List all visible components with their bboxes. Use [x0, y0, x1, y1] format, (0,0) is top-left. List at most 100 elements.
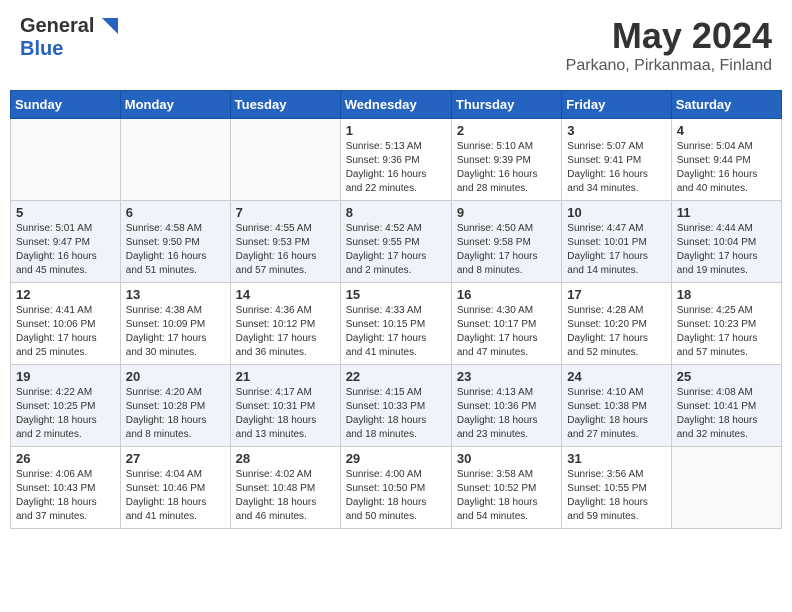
day-number: 14 [236, 287, 335, 302]
header-friday: Friday [562, 91, 671, 119]
day-info: Sunrise: 5:01 AM Sunset: 9:47 PM Dayligh… [16, 222, 115, 278]
day-number: 18 [677, 287, 776, 302]
day-number: 10 [567, 205, 665, 220]
week-row-4: 19 Sunrise: 4:22 AM Sunset: 10:25 PM Dayl… [11, 365, 782, 447]
calendar-cell: 24Sunrise: 4:10 AM Sunset: 10:38 PM Dayl… [562, 365, 671, 447]
calendar-cell: 12 Sunrise: 4:41 AM Sunset: 10:06 PM Dayl… [11, 283, 121, 365]
day-info: Sunrise: 4:22 AM Sunset: 10:25 PM Daylig… [16, 386, 115, 442]
week-row-1: 1 Sunrise: 5:13 AM Sunset: 9:36 PM Daylig… [11, 119, 782, 201]
day-info: Sunrise: 4:08 AM Sunset: 10:41 PM Daylig… [677, 386, 776, 442]
header-sunday: Sunday [11, 91, 121, 119]
day-number: 7 [236, 205, 335, 220]
calendar-cell: 2Sunrise: 5:10 AM Sunset: 9:39 PM Daylig… [451, 119, 561, 201]
day-number: 29 [346, 451, 446, 466]
calendar-cell: 22Sunrise: 4:15 AM Sunset: 10:33 PM Dayl… [340, 365, 451, 447]
calendar-cell: 21 Sunrise: 4:17 AM Sunset: 10:31 PM Dayl… [230, 365, 340, 447]
calendar-cell: 7 Sunrise: 4:55 AM Sunset: 9:53 PM Daylig… [230, 201, 340, 283]
page-header: General Blue May 2024 Parkano, Pirkanmaa… [10, 10, 782, 80]
day-number: 31 [567, 451, 665, 466]
calendar-cell: 3 Sunrise: 5:07 AM Sunset: 9:41 PM Daylig… [562, 119, 671, 201]
calendar-header-row: Sunday Monday Tuesday Wednesday Thursday… [11, 91, 782, 119]
day-info: Sunrise: 4:02 AM Sunset: 10:48 PM Daylig… [236, 468, 335, 524]
day-number: 24 [567, 369, 665, 384]
day-number: 15 [346, 287, 446, 302]
day-number: 3 [567, 123, 665, 138]
calendar-cell: 14Sunrise: 4:36 AM Sunset: 10:12 PM Dayl… [230, 283, 340, 365]
calendar-table: Sunday Monday Tuesday Wednesday Thursday… [10, 90, 782, 529]
day-number: 1 [346, 123, 446, 138]
header-wednesday: Wednesday [340, 91, 451, 119]
day-number: 8 [346, 205, 446, 220]
day-number: 17 [567, 287, 665, 302]
day-number: 21 [236, 369, 335, 384]
day-info: Sunrise: 3:58 AM Sunset: 10:52 PM Daylig… [457, 468, 556, 524]
day-info: Sunrise: 4:20 AM Sunset: 10:28 PM Daylig… [126, 386, 225, 442]
calendar-cell: 26 Sunrise: 4:06 AM Sunset: 10:43 PM Dayl… [11, 447, 121, 529]
day-info: Sunrise: 4:55 AM Sunset: 9:53 PM Dayligh… [236, 222, 335, 278]
calendar-cell: 10 Sunrise: 4:47 AM Sunset: 10:01 PM Dayl… [562, 201, 671, 283]
day-info: Sunrise: 4:04 AM Sunset: 10:46 PM Daylig… [126, 468, 225, 524]
day-info: Sunrise: 4:47 AM Sunset: 10:01 PM Daylig… [567, 222, 665, 278]
calendar-cell: 27 Sunrise: 4:04 AM Sunset: 10:46 PM Dayl… [120, 447, 230, 529]
header-thursday: Thursday [451, 91, 561, 119]
title-section: May 2024 Parkano, Pirkanmaa, Finland [566, 15, 772, 75]
day-number: 6 [126, 205, 225, 220]
day-info: Sunrise: 4:30 AM Sunset: 10:17 PM Daylig… [457, 304, 556, 360]
day-number: 11 [677, 205, 776, 220]
day-info: Sunrise: 4:41 AM Sunset: 10:06 PM Daylig… [16, 304, 115, 360]
day-number: 12 [16, 287, 115, 302]
week-row-2: 5 Sunrise: 5:01 AM Sunset: 9:47 PM Daylig… [11, 201, 782, 283]
logo-blue-text: Blue [20, 38, 63, 60]
day-info: Sunrise: 5:13 AM Sunset: 9:36 PM Dayligh… [346, 140, 446, 196]
day-number: 28 [236, 451, 335, 466]
day-number: 27 [126, 451, 225, 466]
day-info: Sunrise: 3:56 AM Sunset: 10:55 PM Daylig… [567, 468, 665, 524]
calendar-cell: 6 Sunrise: 4:58 AM Sunset: 9:50 PM Daylig… [120, 201, 230, 283]
calendar-cell: 28 Sunrise: 4:02 AM Sunset: 10:48 PM Dayl… [230, 447, 340, 529]
day-info: Sunrise: 4:17 AM Sunset: 10:31 PM Daylig… [236, 386, 335, 442]
calendar-cell [120, 119, 230, 201]
calendar-cell: 30 Sunrise: 3:58 AM Sunset: 10:52 PM Dayl… [451, 447, 561, 529]
header-saturday: Saturday [671, 91, 781, 119]
day-number: 30 [457, 451, 556, 466]
day-info: Sunrise: 4:06 AM Sunset: 10:43 PM Daylig… [16, 468, 115, 524]
calendar-cell: 23Sunrise: 4:13 AM Sunset: 10:36 PM Dayl… [451, 365, 561, 447]
calendar-cell: 5 Sunrise: 5:01 AM Sunset: 9:47 PM Daylig… [11, 201, 121, 283]
day-info: Sunrise: 4:44 AM Sunset: 10:04 PM Daylig… [677, 222, 776, 278]
calendar-cell: 20 Sunrise: 4:20 AM Sunset: 10:28 PM Dayl… [120, 365, 230, 447]
calendar-cell: 15 Sunrise: 4:33 AM Sunset: 10:15 PM Dayl… [340, 283, 451, 365]
calendar-cell: 8Sunrise: 4:52 AM Sunset: 9:55 PM Daylig… [340, 201, 451, 283]
day-info: Sunrise: 5:10 AM Sunset: 9:39 PM Dayligh… [457, 140, 556, 196]
day-info: Sunrise: 5:07 AM Sunset: 9:41 PM Dayligh… [567, 140, 665, 196]
calendar-cell: 4 Sunrise: 5:04 AM Sunset: 9:44 PM Daylig… [671, 119, 781, 201]
day-info: Sunrise: 4:28 AM Sunset: 10:20 PM Daylig… [567, 304, 665, 360]
day-info: Sunrise: 4:58 AM Sunset: 9:50 PM Dayligh… [126, 222, 225, 278]
calendar-cell: 25Sunrise: 4:08 AM Sunset: 10:41 PM Dayl… [671, 365, 781, 447]
calendar-cell [230, 119, 340, 201]
logo-triangle-icon [96, 18, 118, 36]
calendar-cell: 13 Sunrise: 4:38 AM Sunset: 10:09 PM Dayl… [120, 283, 230, 365]
month-title: May 2024 [566, 15, 772, 57]
header-monday: Monday [120, 91, 230, 119]
calendar-cell: 17 Sunrise: 4:28 AM Sunset: 10:20 PM Dayl… [562, 283, 671, 365]
calendar-cell: 9 Sunrise: 4:50 AM Sunset: 9:58 PM Daylig… [451, 201, 561, 283]
day-number: 13 [126, 287, 225, 302]
calendar-cell [671, 447, 781, 529]
day-number: 9 [457, 205, 556, 220]
day-number: 20 [126, 369, 225, 384]
day-info: Sunrise: 4:25 AM Sunset: 10:23 PM Daylig… [677, 304, 776, 360]
day-info: Sunrise: 4:15 AM Sunset: 10:33 PM Daylig… [346, 386, 446, 442]
day-info: Sunrise: 4:00 AM Sunset: 10:50 PM Daylig… [346, 468, 446, 524]
calendar-cell: 16Sunrise: 4:30 AM Sunset: 10:17 PM Dayl… [451, 283, 561, 365]
day-number: 26 [16, 451, 115, 466]
day-info: Sunrise: 4:13 AM Sunset: 10:36 PM Daylig… [457, 386, 556, 442]
day-info: Sunrise: 5:04 AM Sunset: 9:44 PM Dayligh… [677, 140, 776, 196]
day-number: 19 [16, 369, 115, 384]
logo-general-text: General [20, 15, 94, 38]
day-info: Sunrise: 4:38 AM Sunset: 10:09 PM Daylig… [126, 304, 225, 360]
day-info: Sunrise: 4:50 AM Sunset: 9:58 PM Dayligh… [457, 222, 556, 278]
day-number: 4 [677, 123, 776, 138]
calendar-cell: 1 Sunrise: 5:13 AM Sunset: 9:36 PM Daylig… [340, 119, 451, 201]
day-number: 5 [16, 205, 115, 220]
day-info: Sunrise: 4:33 AM Sunset: 10:15 PM Daylig… [346, 304, 446, 360]
